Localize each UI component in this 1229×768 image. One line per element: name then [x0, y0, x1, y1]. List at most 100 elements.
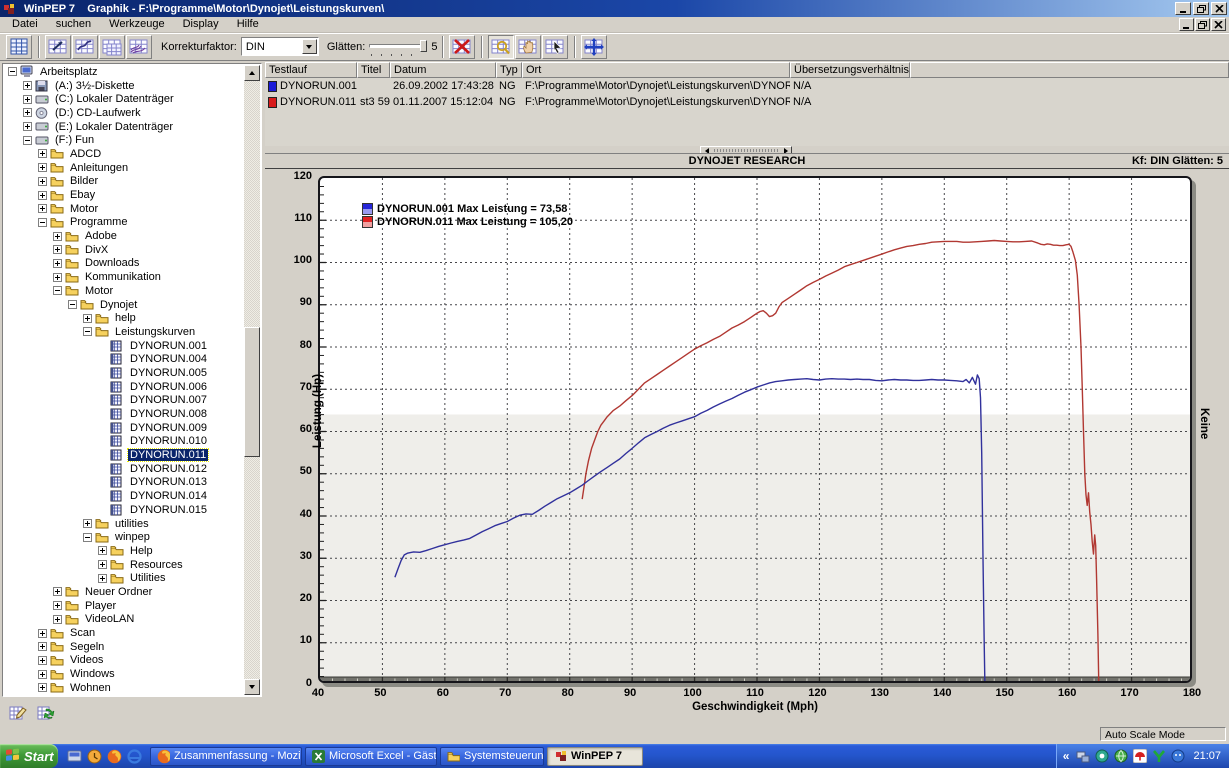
column-header-typ[interactable]: Typ — [496, 62, 522, 78]
plus-expander-icon[interactable] — [23, 95, 32, 104]
column-header-bersetzungsverhltnis[interactable]: Übersetzungsverhältnis — [790, 62, 910, 78]
tree-item[interactable]: (F:) Fun — [4, 133, 244, 147]
tree-item[interactable]: (A:) 3½-Diskette — [4, 79, 244, 93]
tree-item-label[interactable]: utilities — [113, 518, 151, 530]
menu-item-werkzeuge[interactable]: Werkzeuge — [101, 17, 172, 32]
tree-item[interactable]: Programme — [4, 216, 244, 230]
tree-item[interactable]: DYNORUN.011 — [4, 448, 244, 462]
tree-item-label[interactable]: DYNORUN.013 — [128, 476, 209, 488]
menu-item-hilfe[interactable]: Hilfe — [229, 17, 267, 32]
table-view-button[interactable] — [6, 35, 32, 59]
tree-item[interactable]: Kommunikation — [4, 270, 244, 284]
scrollbar-thumb[interactable] — [244, 327, 260, 457]
tree-item-label[interactable]: help — [113, 312, 138, 324]
tree-item-label[interactable]: Segeln — [68, 641, 106, 653]
plus-expander-icon[interactable] — [38, 642, 47, 651]
firefox-icon[interactable] — [106, 748, 122, 764]
graph-overlay-button[interactable] — [99, 35, 125, 59]
restore-button[interactable] — [1193, 2, 1209, 15]
mdi-restore-button[interactable] — [1195, 18, 1210, 31]
shield-icon[interactable] — [1113, 749, 1128, 764]
tree-item[interactable]: Dynojet — [4, 298, 244, 312]
select-graph-button[interactable] — [542, 35, 568, 59]
plus-expander-icon[interactable] — [83, 314, 92, 323]
taskbar-button-folder[interactable]: Systemsteuerung — [440, 747, 544, 766]
tree-item-label[interactable]: Adobe — [83, 230, 119, 242]
tree-item[interactable]: winpep — [4, 530, 244, 544]
tree-item-label[interactable]: (D:) CD-Laufwerk — [53, 107, 143, 119]
run-row[interactable]: DYNORUN.00126.09.2002 17:43:28NGF:\Progr… — [265, 78, 1229, 94]
delete-run-button[interactable] — [449, 35, 475, 59]
column-header-titel[interactable]: Titel — [357, 62, 390, 78]
tree-item-label[interactable]: Ebay — [68, 189, 97, 201]
mdi-minimize-button[interactable] — [1179, 18, 1194, 31]
tree-item-label[interactable]: DivX — [83, 244, 110, 256]
tree-item[interactable]: (E:) Lokaler Datenträger — [4, 120, 244, 134]
antivirus-umbrella-icon[interactable] — [1132, 749, 1147, 764]
messenger-icon[interactable] — [1170, 749, 1185, 764]
tree-item[interactable]: (C:) Lokaler Datenträger — [4, 92, 244, 106]
plus-expander-icon[interactable] — [53, 232, 62, 241]
chevron-down-icon[interactable] — [302, 39, 317, 54]
plus-expander-icon[interactable] — [38, 177, 47, 186]
show-desktop-icon[interactable] — [66, 748, 82, 764]
tree-item-label[interactable]: VideoLAN — [83, 613, 136, 625]
tree-item-label[interactable]: Videos — [68, 654, 105, 666]
tree-item-label[interactable]: Downloads — [83, 257, 141, 269]
plus-expander-icon[interactable] — [38, 204, 47, 213]
tree-scrollbar[interactable] — [244, 65, 260, 695]
graph-multi-button[interactable] — [126, 35, 152, 59]
mdi-close-button[interactable] — [1211, 18, 1226, 31]
tree-item-label[interactable]: Resources — [128, 559, 185, 571]
tree-item[interactable]: DYNORUN.004 — [4, 352, 244, 366]
tree-item[interactable]: DYNORUN.001 — [4, 339, 244, 353]
column-header-datum[interactable]: Datum — [390, 62, 496, 78]
tree-item[interactable]: DivX — [4, 243, 244, 257]
close-button[interactable] — [1211, 2, 1227, 15]
tree-item-label[interactable]: Kommunikation — [83, 271, 163, 283]
start-button[interactable]: Start — [0, 744, 58, 768]
scroll-up-button[interactable] — [244, 65, 260, 81]
menu-item-suchen[interactable]: suchen — [48, 17, 99, 32]
plus-expander-icon[interactable] — [38, 191, 47, 200]
korrekturfaktor-select[interactable]: DIN — [241, 37, 319, 56]
minus-expander-icon[interactable] — [83, 327, 92, 336]
refresh-graph-icon[interactable] — [34, 701, 58, 725]
menu-item-display[interactable]: Display — [175, 17, 227, 32]
tree-item-label[interactable]: Player — [83, 600, 118, 612]
tree-item[interactable]: utilities — [4, 517, 244, 531]
taskbar-button-excel[interactable]: Microsoft Excel - Gäste.xls — [305, 747, 437, 766]
tree-item[interactable]: (D:) CD-Laufwerk — [4, 106, 244, 120]
tree-item-label[interactable]: DYNORUN.005 — [128, 367, 209, 379]
glaetten-slider[interactable] — [369, 38, 427, 56]
tree-item[interactable]: Motor — [4, 284, 244, 298]
tree-item-label[interactable]: Utilities — [128, 572, 167, 584]
column-header-ort[interactable]: Ort — [522, 62, 790, 78]
minus-expander-icon[interactable] — [83, 533, 92, 542]
tree-item-label[interactable]: Anleitungen — [68, 162, 130, 174]
tree-item-label[interactable]: Scan — [68, 627, 97, 639]
tree-item[interactable]: DYNORUN.005 — [4, 366, 244, 380]
plot-area[interactable] — [318, 176, 1192, 683]
tree-item[interactable]: Wohnen — [4, 681, 244, 695]
tree-item[interactable]: Anleitungen — [4, 161, 244, 175]
scroll-down-button[interactable] — [244, 679, 260, 695]
run-row[interactable]: DYNORUN.011st3 5901.11.2007 15:12:04NGF:… — [265, 94, 1229, 110]
tree-item-label[interactable]: Bilder — [68, 175, 100, 187]
tree-item[interactable]: Ebay — [4, 188, 244, 202]
tree-item-label[interactable]: Help — [128, 545, 155, 557]
tree-item-label[interactable]: Wohnen — [68, 682, 113, 694]
taskbar-button-winpep[interactable]: WinPEP 7 — [547, 747, 643, 766]
tree-item[interactable]: Motor — [4, 202, 244, 216]
tree-item-label[interactable]: (E:) Lokaler Datenträger — [53, 121, 175, 133]
minus-expander-icon[interactable] — [23, 136, 32, 145]
tree-item[interactable]: DYNORUN.009 — [4, 421, 244, 435]
edit-graph-icon[interactable] — [6, 701, 30, 725]
title-bar[interactable]: WinPEP 7 Graphik - F:\Programme\Motor\Dy… — [0, 0, 1229, 17]
tree-item[interactable]: Windows — [4, 667, 244, 681]
plus-expander-icon[interactable] — [38, 656, 47, 665]
tray-expand-icon[interactable]: « — [1063, 749, 1070, 763]
tree-item[interactable]: DYNORUN.010 — [4, 435, 244, 449]
tree-item-label[interactable]: Arbeitsplatz — [38, 66, 99, 78]
minimize-button[interactable] — [1175, 2, 1191, 15]
